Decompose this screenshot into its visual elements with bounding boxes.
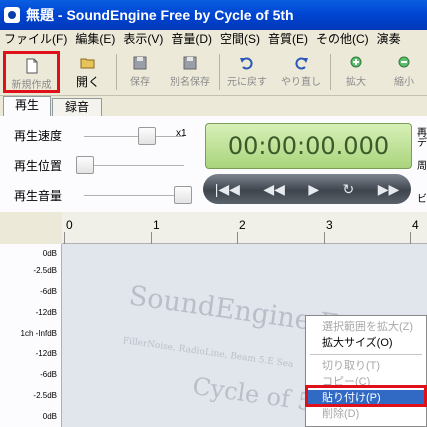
zoom-out-button-label: 縮小 [394,77,414,88]
ruler-line [410,232,411,244]
ruler-line [64,232,65,244]
db-label: -2.5dB [33,391,57,400]
menu-edit[interactable]: 編集(E) [71,30,119,48]
open-button[interactable]: 開く [64,51,112,93]
zoom-in-button[interactable]: 拡大 [334,51,378,93]
menu-play[interactable]: 演奏 [373,30,405,48]
db-label: -6dB [40,370,57,379]
zoom-in-button-label: 拡大 [346,77,366,88]
tab-play[interactable]: 再生 [3,96,51,116]
ruler-tick-label: 2 [239,218,246,232]
speed-label: 再生速度 [14,129,63,143]
speed-slider-track [84,136,184,138]
volume-slider-thumb[interactable] [174,186,192,204]
toolbar-separator [330,54,331,90]
title-bar: 無題 - SoundEngine Free by Cycle of 5th [0,0,427,30]
db-label: -2.5dB [33,266,57,275]
position-slider-thumb[interactable] [76,156,94,174]
zoom-out-button[interactable]: 縮小 [382,51,426,93]
save-button-label: 保存 [130,77,150,88]
db-label: 0dB [42,249,57,258]
time-display: 00:00:00.000 [205,123,412,169]
zoom-out-icon [398,56,410,68]
db-label: -6dB [40,287,57,296]
speed-value: x1 [176,128,187,139]
toolbar-separator [219,54,220,90]
rewind-icon[interactable]: ◀◀ [263,181,285,198]
context-menu: 選択範囲を拡大(Z) 拡大サイズ(O) 切り取り(T) コピー(C) 貼り付け(… [305,315,427,427]
ruler-tick-label: 3 [326,218,333,232]
time-ruler: 0 1 2 3 4 [62,212,427,244]
new-button[interactable]: 新規作成 [3,51,60,93]
undo-arrow-icon [240,57,253,70]
menu-quality[interactable]: 音質(E) [264,30,312,48]
ruler-tick-label: 1 [153,218,160,232]
menu-space[interactable]: 空間(S) [216,30,264,48]
paste-highlight-box [305,385,427,407]
loop-icon[interactable]: ↻ [343,181,355,198]
redo-button-label: やり直し [281,77,321,88]
save-as-button[interactable]: 別名保存 [164,51,216,93]
transport-controls: |◀◀ ◀◀ ▶ ↻ ▶▶ [203,174,411,204]
save-disk-icon [133,56,147,70]
new-button-label: 新規作成 [11,80,52,91]
menu-bar: ファイル(F) 編集(E) 表示(V) 音量(D) 空間(S) 音質(E) その… [0,30,427,48]
ctx-expand-selection[interactable]: 選択範囲を拡大(Z) [306,319,426,335]
redo-arrow-icon [295,57,308,70]
ctx-separator [310,354,422,355]
undo-button-label: 元に戻す [227,77,267,88]
undo-button[interactable]: 元に戻す [222,51,272,93]
right-label-3: ビ [417,194,427,205]
ctx-cut[interactable]: 切り取り(T) [306,358,426,374]
right-label-1b: デ [417,138,427,149]
ruler-line [237,232,238,244]
volume-label: 再生音量 [14,189,63,203]
db-scale: 0dB -2.5dB -6dB -12dB 1ch -InfdB -12dB -… [0,244,62,427]
new-document-icon [26,58,37,74]
menu-view[interactable]: 表示(V) [119,30,167,48]
window-title: 無題 - SoundEngine Free by Cycle of 5th [26,7,294,23]
ruler-line [151,232,152,244]
ctx-delete[interactable]: 削除(D) [306,406,426,422]
mode-tabs: 再生 録音 [0,96,427,116]
redo-button[interactable]: やり直し [276,51,326,93]
db-label: 0dB [42,412,57,421]
db-label: -12dB [35,349,57,358]
position-label: 再生位置 [14,159,63,173]
right-label-2: 周 [417,161,427,172]
ruler-line [324,232,325,244]
fast-forward-icon[interactable]: ▶▶ [378,181,400,198]
menu-volume[interactable]: 音量(D) [167,30,216,48]
ruler-tick-label: 0 [66,218,73,232]
toolbar: 新規作成 開く 保存 別名保存 元に戻す やり直し 拡大 縮小 [0,48,427,96]
save-as-button-label: 別名保存 [170,77,210,88]
toolbar-separator [116,54,117,90]
volume-slider-track [84,195,184,197]
db-label: 1ch -InfdB [20,329,57,338]
ctx-zoom-size[interactable]: 拡大サイズ(O) [306,335,426,351]
speed-slider-thumb[interactable] [138,127,156,145]
tab-record[interactable]: 録音 [52,98,102,116]
ruler-tick-label: 4 [412,218,419,232]
db-label: -12dB [35,308,57,317]
zoom-in-icon [350,56,362,68]
save-as-disk-icon [183,56,197,70]
open-button-label: 開く [75,75,100,89]
position-slider-track [84,165,184,167]
menu-file[interactable]: ファイル(F) [0,30,71,48]
playback-panel: 再生速度 x1 再生位置 再生音量 00:00:00.000 |◀◀ ◀◀ ▶ … [0,116,427,212]
save-button[interactable]: 保存 [120,51,160,93]
open-folder-icon [80,58,95,69]
play-icon[interactable]: ▶ [308,181,319,198]
menu-other[interactable]: その他(C) [312,30,373,48]
app-icon [4,7,20,23]
skip-to-start-icon[interactable]: |◀◀ [215,181,240,198]
watermark-credits: FillerNoise, RadioLine, Beam 5.E Sea [122,336,294,370]
